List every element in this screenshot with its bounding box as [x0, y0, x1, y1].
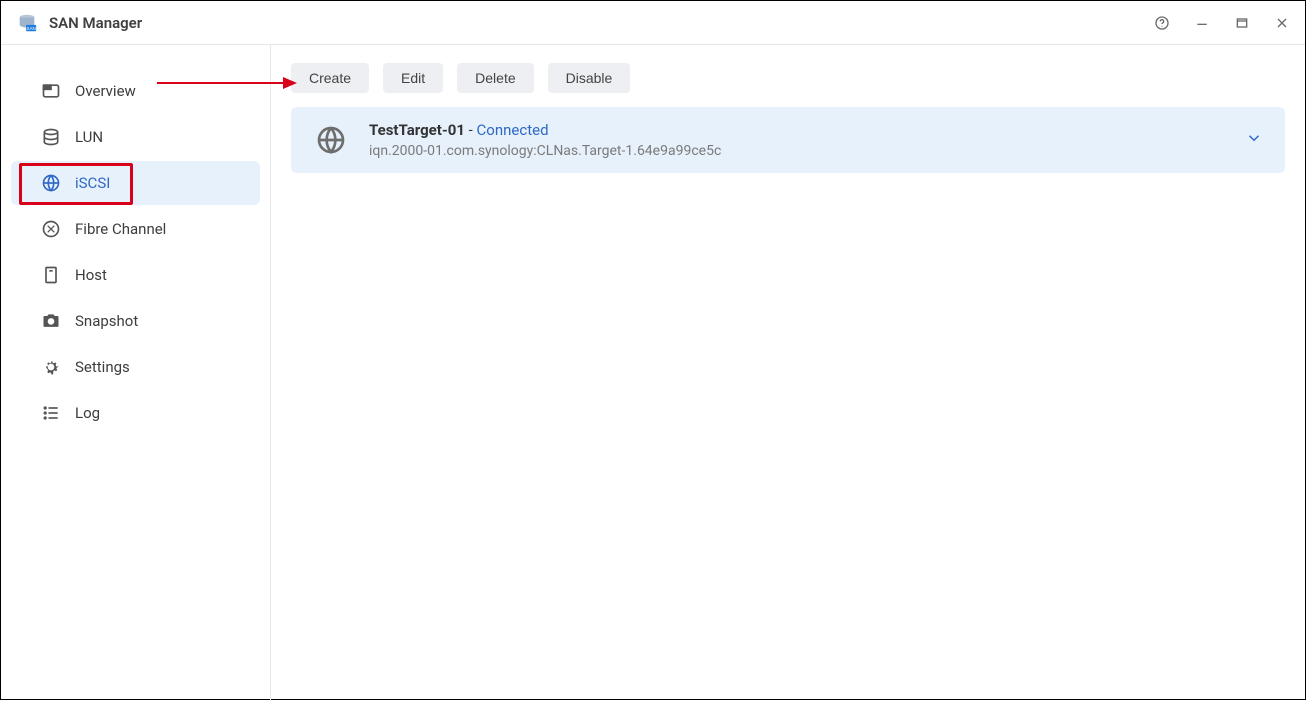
list-icon: [41, 403, 61, 423]
target-status: Connected: [477, 121, 549, 139]
target-title: TestTarget-01 - Connected: [369, 121, 1225, 139]
titlebar: SAN SAN Manager: [1, 1, 1305, 45]
minimize-icon[interactable]: [1193, 14, 1211, 32]
app-title: SAN Manager: [49, 14, 142, 32]
target-name: TestTarget-01: [369, 121, 465, 139]
sidebar-item-label: Host: [75, 266, 107, 284]
sidebar-item-snapshot[interactable]: Snapshot: [11, 299, 260, 343]
toolbar: Create Edit Delete Disable: [291, 63, 1285, 93]
svg-text:SAN: SAN: [26, 25, 35, 30]
sidebar-item-settings[interactable]: Settings: [11, 345, 260, 389]
sidebar-item-label: Snapshot: [75, 312, 138, 330]
database-icon: [41, 127, 61, 147]
sidebar-item-fibre-channel[interactable]: Fibre Channel: [11, 207, 260, 251]
globe-icon: [313, 122, 349, 158]
overview-icon: [41, 81, 61, 101]
sidebar-item-label: Settings: [75, 358, 130, 376]
close-icon[interactable]: [1273, 14, 1291, 32]
app-icon: SAN: [15, 11, 39, 35]
target-iqn: iqn.2000-01.com.synology:CLNas.Target-1.…: [369, 143, 1225, 159]
target-text: TestTarget-01 - Connected iqn.2000-01.co…: [369, 121, 1225, 159]
fibre-icon: [41, 219, 61, 239]
window-controls: [1153, 14, 1291, 32]
target-row[interactable]: TestTarget-01 - Connected iqn.2000-01.co…: [291, 107, 1285, 173]
sidebar-item-iscsi[interactable]: iSCSI: [11, 161, 260, 205]
sidebar-item-overview[interactable]: Overview: [11, 69, 260, 113]
sidebar-item-label: iSCSI: [75, 174, 110, 192]
gear-icon: [41, 357, 61, 377]
disable-button[interactable]: Disable: [548, 63, 631, 93]
sidebar-item-host[interactable]: Host: [11, 253, 260, 297]
sidebar-item-label: LUN: [75, 128, 103, 146]
sidebar: Overview LUN iSCSI Fibre Channel Host: [1, 45, 271, 701]
host-icon: [41, 265, 61, 285]
sidebar-item-label: Fibre Channel: [75, 220, 166, 238]
chevron-down-icon[interactable]: [1245, 129, 1263, 151]
main-pane: Create Edit Delete Disable TestTarget-01…: [271, 45, 1305, 701]
delete-button[interactable]: Delete: [457, 63, 533, 93]
maximize-icon[interactable]: [1233, 14, 1251, 32]
edit-button[interactable]: Edit: [383, 63, 443, 93]
sidebar-item-label: Overview: [75, 82, 136, 100]
create-button[interactable]: Create: [291, 63, 369, 93]
camera-icon: [41, 311, 61, 331]
sidebar-item-label: Log: [75, 404, 100, 422]
target-sep: -: [465, 121, 477, 139]
globe-icon: [41, 173, 61, 193]
sidebar-item-log[interactable]: Log: [11, 391, 260, 435]
sidebar-item-lun[interactable]: LUN: [11, 115, 260, 159]
help-icon[interactable]: [1153, 14, 1171, 32]
